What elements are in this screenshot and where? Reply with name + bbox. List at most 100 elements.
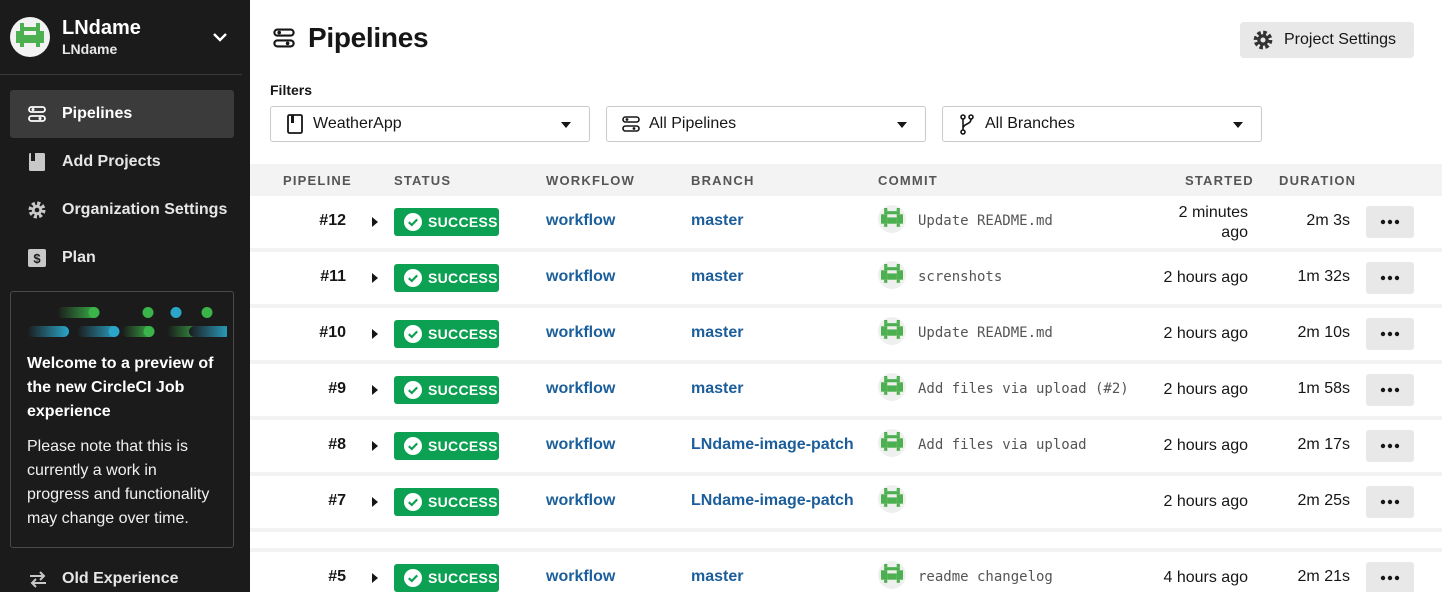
pipelines-icon bbox=[273, 28, 295, 48]
expand-caret-icon[interactable] bbox=[372, 217, 378, 227]
status-badge[interactable]: SUCCESS bbox=[394, 264, 499, 292]
check-circle-icon bbox=[404, 493, 422, 511]
expand-caret-icon[interactable] bbox=[372, 441, 378, 451]
commit-avatar bbox=[878, 317, 906, 345]
workflow-link[interactable]: workflow bbox=[546, 492, 615, 510]
workflow-link[interactable]: workflow bbox=[546, 380, 615, 398]
commit-avatar bbox=[878, 373, 906, 401]
identicon-icon bbox=[881, 564, 903, 583]
status-badge[interactable]: SUCCESS bbox=[394, 208, 499, 236]
commit-message[interactable]: Add files via upload bbox=[918, 437, 1087, 453]
sidebar-item-plan[interactable]: $ Plan bbox=[10, 234, 234, 282]
pipelines-select-value: All Pipelines bbox=[649, 115, 737, 132]
col-branch: BRANCH bbox=[691, 173, 755, 188]
pipeline-number[interactable]: #12 bbox=[319, 212, 346, 230]
pipeline-number[interactable]: #11 bbox=[320, 268, 346, 286]
table-row[interactable]: #8 SUCCESS workflow LNdame-image-patch Add f… bbox=[250, 420, 1442, 472]
table-row[interactable]: #9 SUCCESS workflow master Add files via upl… bbox=[250, 364, 1442, 416]
commit-message[interactable]: Add files via upload (#2) bbox=[918, 381, 1129, 397]
expand-caret-icon[interactable] bbox=[372, 385, 378, 395]
status-badge[interactable]: SUCCESS bbox=[394, 432, 499, 460]
status-label: SUCCESS bbox=[428, 494, 498, 510]
commit-message[interactable]: screnshots bbox=[918, 269, 1002, 285]
row-divider bbox=[250, 548, 1442, 552]
table-row[interactable]: #12 SUCCESS workflow master Update README.md… bbox=[250, 196, 1442, 248]
status-badge[interactable]: SUCCESS bbox=[394, 376, 499, 404]
workflow-link[interactable]: workflow bbox=[546, 436, 615, 454]
branch-link[interactable]: master bbox=[691, 268, 743, 286]
expand-caret-icon[interactable] bbox=[372, 497, 378, 507]
sidebar-item-label: Pipelines bbox=[62, 105, 133, 122]
sidebar-item-label: Add Projects bbox=[62, 153, 161, 170]
expand-caret-icon[interactable] bbox=[372, 273, 378, 283]
pipelines-icon bbox=[621, 114, 641, 134]
table-row[interactable]: #11 SUCCESS workflow master screnshots 2 hour… bbox=[250, 252, 1442, 304]
table-row[interactable]: #7 SUCCESS workflow LNdame-image-patch 2 hou… bbox=[250, 476, 1442, 528]
expand-caret-icon[interactable] bbox=[372, 329, 378, 339]
expand-caret-icon[interactable] bbox=[372, 573, 378, 583]
status-badge[interactable]: SUCCESS bbox=[394, 488, 499, 516]
started-time: 4 hours ago bbox=[1163, 569, 1248, 586]
status-badge[interactable]: SUCCESS bbox=[394, 564, 499, 592]
welcome-panel: Welcome to a preview of the new CircleCI… bbox=[10, 291, 234, 548]
welcome-title: Welcome to a preview of the new CircleCI… bbox=[27, 355, 214, 420]
table-row[interactable]: #10 SUCCESS workflow master Update README.md… bbox=[250, 308, 1442, 360]
workflow-link[interactable]: workflow bbox=[546, 212, 615, 230]
more-actions-button[interactable] bbox=[1366, 374, 1414, 406]
status-badge[interactable]: SUCCESS bbox=[394, 320, 499, 348]
commit-message[interactable]: Update README.md bbox=[918, 325, 1053, 341]
pipeline-number[interactable]: #9 bbox=[328, 380, 346, 398]
more-actions-button[interactable] bbox=[1366, 206, 1414, 238]
status-label: SUCCESS bbox=[428, 570, 498, 586]
identicon-icon bbox=[881, 432, 903, 451]
ellipsis-icon bbox=[1380, 275, 1400, 281]
more-actions-button[interactable] bbox=[1366, 486, 1414, 518]
duration: 1m 32s bbox=[1297, 268, 1350, 285]
workflow-link[interactable]: workflow bbox=[546, 568, 615, 586]
branch-link[interactable]: LNdame-image-patch bbox=[691, 492, 854, 510]
pipelines-select[interactable]: All Pipelines bbox=[606, 106, 926, 142]
commit-avatar bbox=[878, 485, 906, 513]
sidebar-item-label: Plan bbox=[62, 249, 96, 266]
page-title: Pipelines bbox=[308, 22, 429, 53]
workflow-link[interactable]: workflow bbox=[546, 324, 615, 342]
chevron-down-icon[interactable] bbox=[210, 27, 230, 47]
org-switcher[interactable]: LNdame LNdame bbox=[0, 0, 242, 75]
project-settings-button[interactable]: Project Settings bbox=[1240, 22, 1414, 58]
pipeline-number[interactable]: #7 bbox=[328, 492, 346, 510]
workflow-link[interactable]: workflow bbox=[546, 268, 615, 286]
sidebar-item-organization-settings[interactable]: Organization Settings bbox=[10, 186, 234, 234]
pipelines-icon bbox=[27, 104, 47, 124]
gear-icon bbox=[27, 200, 47, 220]
col-status: STATUS bbox=[394, 173, 452, 188]
pipeline-number[interactable]: #10 bbox=[319, 324, 346, 342]
old-experience-label: Old Experience bbox=[62, 570, 179, 587]
pipeline-number[interactable]: #8 bbox=[328, 436, 346, 454]
branch-link[interactable]: master bbox=[691, 380, 743, 398]
sidebar-item-add-projects[interactable]: Add Projects bbox=[10, 138, 234, 186]
branches-select[interactable]: All Branches bbox=[942, 106, 1262, 142]
ellipsis-icon bbox=[1380, 443, 1400, 449]
branch-link[interactable]: master bbox=[691, 212, 743, 230]
more-actions-button[interactable] bbox=[1366, 562, 1414, 592]
ellipsis-icon bbox=[1380, 499, 1400, 505]
more-actions-button[interactable] bbox=[1366, 430, 1414, 462]
branch-link[interactable]: LNdame-image-patch bbox=[691, 436, 854, 454]
pipeline-number[interactable]: #5 bbox=[328, 568, 346, 586]
svg-text:$: $ bbox=[33, 251, 41, 266]
branch-link[interactable]: master bbox=[691, 324, 743, 342]
more-actions-button[interactable] bbox=[1366, 262, 1414, 294]
old-experience-link[interactable]: Old Experience bbox=[27, 568, 179, 590]
more-actions-button[interactable] bbox=[1366, 318, 1414, 350]
table-row[interactable]: #5 SUCCESS workflow master readme changelog 4… bbox=[250, 552, 1442, 592]
project-settings-label: Project Settings bbox=[1284, 31, 1397, 48]
project-select[interactable]: WeatherApp bbox=[270, 106, 590, 142]
ellipsis-icon bbox=[1380, 331, 1400, 337]
branch-link[interactable]: master bbox=[691, 568, 743, 586]
duration: 1m 58s bbox=[1297, 380, 1350, 397]
started-time: 2 hours ago bbox=[1163, 493, 1248, 510]
book-icon bbox=[285, 114, 305, 134]
commit-message[interactable]: readme changelog bbox=[918, 569, 1053, 585]
sidebar-item-pipelines[interactable]: Pipelines bbox=[10, 90, 234, 138]
commit-message[interactable]: Update README.md bbox=[918, 213, 1053, 229]
